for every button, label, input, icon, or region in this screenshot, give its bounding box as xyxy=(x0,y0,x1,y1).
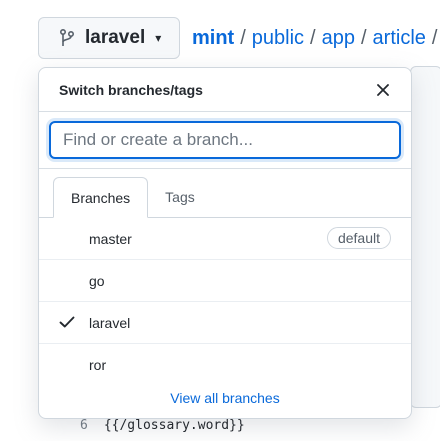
breadcrumb-segment-article[interactable]: article xyxy=(373,27,426,49)
check-icon xyxy=(57,312,77,332)
popover-header: Switch branches/tags xyxy=(39,68,411,112)
branch-item-master[interactable]: master default xyxy=(39,218,411,260)
branch-name: laravel xyxy=(89,314,131,331)
branch-name: master xyxy=(89,230,132,247)
branch-item-laravel[interactable]: laravel xyxy=(39,302,411,344)
code-text: {{/glossary.word}} xyxy=(103,418,245,433)
tab-bar: Branches Tags xyxy=(39,177,411,218)
breadcrumb: mint / public / app / article / xyxy=(192,27,440,50)
branch-filter-input[interactable] xyxy=(49,121,401,159)
tab-tags[interactable]: Tags xyxy=(148,177,212,217)
branch-switcher-popover: Switch branches/tags Branches Tags maste… xyxy=(38,67,412,419)
breadcrumb-segment-public[interactable]: public xyxy=(252,27,304,49)
breadcrumb-repo-link[interactable]: mint xyxy=(192,27,234,49)
branch-name: go xyxy=(89,272,105,289)
breadcrumb-segment-app[interactable]: app xyxy=(322,27,355,49)
close-icon[interactable] xyxy=(373,80,393,100)
view-all-branches-link[interactable]: View all branches xyxy=(39,390,411,406)
branch-selector-button[interactable]: laravel ▾ xyxy=(38,17,180,59)
branch-item-ror[interactable]: ror xyxy=(39,344,411,385)
line-number: 6 xyxy=(80,418,88,433)
default-badge: default xyxy=(326,227,391,249)
git-branch-icon xyxy=(59,28,75,46)
filter-wrapper xyxy=(39,112,411,169)
tab-branches[interactable]: Branches xyxy=(53,177,149,218)
caret-down-icon: ▾ xyxy=(155,31,162,45)
branch-selector-label: laravel xyxy=(85,27,146,48)
breadcrumb-separator: / xyxy=(240,27,246,49)
breadcrumb-separator: / xyxy=(310,27,316,49)
branch-name: ror xyxy=(89,356,107,373)
breadcrumb-separator: / xyxy=(431,27,438,49)
breadcrumb-separator: / xyxy=(360,27,367,49)
code-line: 6 {{/glossary.word}} xyxy=(80,418,245,433)
popover-title: Switch branches/tags xyxy=(59,81,203,98)
branch-item-go[interactable]: go xyxy=(39,260,411,302)
background-panel xyxy=(410,66,440,408)
branch-list: master default go laravel ror xyxy=(39,218,411,385)
